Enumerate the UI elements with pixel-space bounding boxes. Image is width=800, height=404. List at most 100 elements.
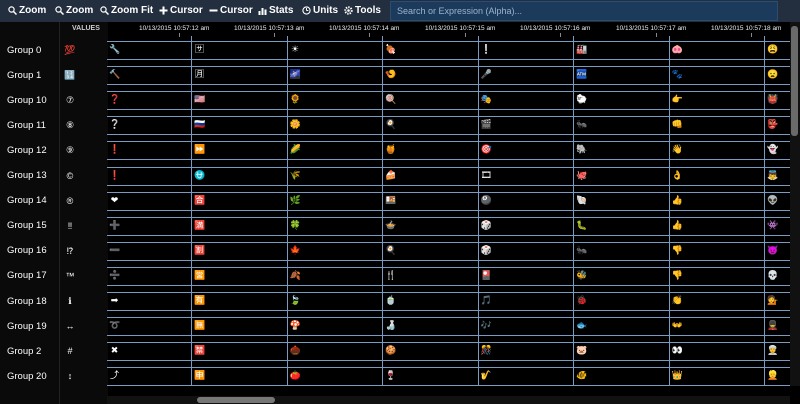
event-marker[interactable]: 🐙 <box>576 170 587 181</box>
event-marker[interactable]: 🍁 <box>290 245 301 256</box>
event-marker[interactable]: 🈴 <box>194 195 205 206</box>
event-marker[interactable]: ➰ <box>109 320 120 331</box>
group-label[interactable]: Group 13 <box>7 163 47 188</box>
event-marker[interactable]: 🈵 <box>194 220 205 231</box>
event-marker[interactable]: ❗ <box>109 170 120 181</box>
event-marker[interactable]: 🏭 <box>576 44 587 55</box>
units-button[interactable]: Units <box>302 5 338 16</box>
event-marker[interactable]: ➖ <box>109 245 120 256</box>
event-marker[interactable]: 👍 <box>672 195 683 206</box>
event-marker[interactable]: 🍤 <box>385 69 396 80</box>
event-marker[interactable]: 👺 <box>767 119 778 130</box>
group-label[interactable]: Group 20 <box>7 364 47 389</box>
event-marker[interactable]: 🍃 <box>290 295 301 306</box>
event-marker[interactable]: 🎲 <box>481 220 492 231</box>
event-marker[interactable]: 🌌 <box>290 69 301 80</box>
event-marker[interactable]: ❗ <box>109 144 120 155</box>
event-marker[interactable]: 🐘 <box>576 144 587 155</box>
event-marker[interactable]: 👽 <box>767 195 778 206</box>
event-marker[interactable]: 🍪 <box>385 345 396 356</box>
event-marker[interactable]: ⛎ <box>194 170 205 181</box>
event-marker[interactable]: 🈶 <box>194 295 205 306</box>
event-marker[interactable]: 🔨 <box>109 69 120 80</box>
event-marker[interactable]: 🍖 <box>385 44 396 55</box>
event-marker[interactable]: 🈹 <box>194 245 205 256</box>
event-marker[interactable]: 🌿 <box>290 195 301 206</box>
event-marker[interactable]: ❔ <box>109 119 120 130</box>
event-marker[interactable]: 🎤 <box>481 69 492 80</box>
horizontal-scrollbar-thumb[interactable] <box>197 397 275 403</box>
add-cursor-button[interactable]: Cursor <box>159 5 203 16</box>
event-marker[interactable]: 🐞 <box>576 295 587 306</box>
event-marker[interactable]: 🎯 <box>481 144 492 155</box>
event-marker[interactable]: 🌰 <box>290 345 301 356</box>
event-marker[interactable]: 🎱 <box>481 195 492 206</box>
event-marker[interactable]: 🎵 <box>481 295 492 306</box>
group-label[interactable]: Group 11 <box>7 113 46 138</box>
group-label[interactable]: Group 18 <box>7 289 47 314</box>
horizontal-scrollbar[interactable] <box>107 396 790 404</box>
event-marker[interactable]: ⤴ <box>109 370 120 381</box>
event-marker[interactable]: 🍱 <box>385 195 396 206</box>
event-marker[interactable]: 🐜 <box>576 119 587 130</box>
group-label[interactable]: Group 10 <box>7 88 47 113</box>
event-marker[interactable]: 👋 <box>672 144 683 155</box>
event-marker[interactable]: 👐 <box>672 320 683 331</box>
event-marker[interactable]: ❤ <box>109 195 120 206</box>
event-marker[interactable]: 🎶 <box>481 320 492 331</box>
event-marker[interactable]: 🎴 <box>481 270 492 281</box>
group-label[interactable]: Group 17 <box>7 263 47 288</box>
vertical-scrollbar[interactable] <box>790 22 800 386</box>
event-marker[interactable]: ➡ <box>109 295 120 306</box>
event-marker[interactable]: 💀 <box>767 270 778 281</box>
event-marker[interactable]: 🍭 <box>385 94 396 105</box>
event-marker[interactable]: 🍰 <box>385 170 396 181</box>
event-marker[interactable]: 🈚 <box>194 320 205 331</box>
event-marker[interactable]: ☀ <box>290 44 301 55</box>
event-marker[interactable]: 🈷 <box>194 69 205 80</box>
event-marker[interactable]: 🈸 <box>194 370 205 381</box>
event-marker[interactable]: ❓ <box>109 94 120 105</box>
event-marker[interactable]: 🐚 <box>576 195 587 206</box>
event-marker[interactable]: 🍅 <box>290 370 301 381</box>
event-marker[interactable]: 👀 <box>672 345 683 356</box>
event-marker[interactable]: 😦 <box>767 69 778 80</box>
event-marker[interactable]: 🌽 <box>290 144 301 155</box>
event-marker[interactable]: 👱 <box>767 370 778 381</box>
event-marker[interactable]: 🐠 <box>576 370 587 381</box>
event-marker[interactable]: 🍳 <box>385 119 396 130</box>
group-label[interactable]: Group 12 <box>7 138 47 163</box>
event-marker[interactable]: 🍄 <box>290 320 301 331</box>
group-label[interactable]: Group 15 <box>7 213 47 238</box>
event-marker[interactable]: 🌼 <box>290 119 301 130</box>
search-input[interactable] <box>390 1 778 21</box>
event-marker[interactable]: 👊 <box>672 119 683 130</box>
event-marker[interactable]: 🎲 <box>481 245 492 256</box>
group-label[interactable]: Group 14 <box>7 188 47 213</box>
event-marker[interactable]: ➗ <box>109 270 120 281</box>
event-marker[interactable]: 👑 <box>672 370 683 381</box>
event-marker[interactable]: 👳 <box>767 345 778 356</box>
event-marker[interactable]: ❕ <box>481 44 492 55</box>
event-marker[interactable]: 🇷🇺 <box>194 119 205 130</box>
vertical-scrollbar-thumb[interactable] <box>791 26 798 136</box>
event-marker[interactable]: 🎬 <box>481 119 492 130</box>
event-marker[interactable]: 👎 <box>672 245 683 256</box>
event-marker[interactable]: 🍶 <box>385 320 396 331</box>
event-marker[interactable]: 🌻 <box>290 94 301 105</box>
event-marker[interactable]: 💂 <box>767 320 778 331</box>
event-marker[interactable]: 👿 <box>767 245 778 256</box>
event-marker[interactable]: 🎊 <box>481 345 492 356</box>
event-marker[interactable]: 🐷 <box>576 345 587 356</box>
event-marker[interactable]: 🍯 <box>385 144 396 155</box>
event-marker[interactable]: 🍀 <box>290 220 301 231</box>
event-marker[interactable]: 👍 <box>672 220 683 231</box>
event-marker[interactable]: 🐾 <box>672 69 683 80</box>
event-marker[interactable]: 🍳 <box>385 245 396 256</box>
event-marker[interactable]: 👎 <box>672 270 683 281</box>
group-label[interactable]: Group 0 <box>7 38 41 63</box>
event-marker[interactable]: 🈺 <box>194 270 205 281</box>
tools-button[interactable]: Tools <box>344 5 381 16</box>
group-label[interactable]: Group 19 <box>7 314 47 339</box>
group-label[interactable]: Group 16 <box>7 238 47 263</box>
